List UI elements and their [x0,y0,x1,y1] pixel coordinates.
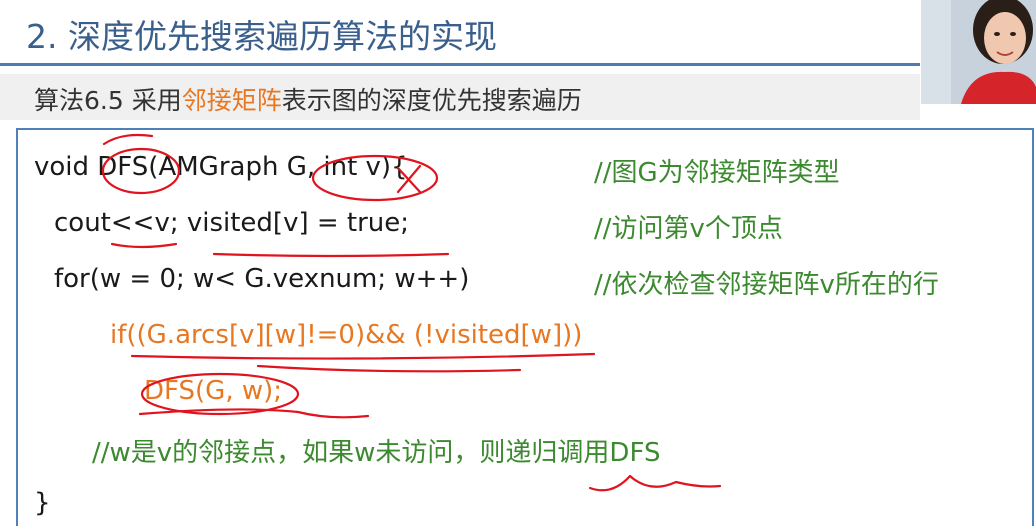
comment-check-row: //依次检查邻接矩阵v所在的行 [594,270,939,300]
code-line-explanation: //w是v的邻接点，如果w未访问，则递归调用DFS [92,438,661,468]
subtitle-suffix: 表示图的深度优先搜索遍历 [281,86,582,115]
code-line-recursive-call: DFS(G, w); [144,376,283,406]
page-title: 2. 深度优先搜索遍历算法的实现 [26,17,497,56]
comment-visit-vertex: //访问第v个顶点 [594,214,783,244]
subtitle-highlight: 邻接矩阵 [181,86,282,115]
code-line-for-loop: for(w = 0; w< G.vexnum; w++) [54,264,470,294]
subtitle-text: 算法6.5 采用邻接矩阵表示图的深度优先搜索遍历 [34,81,582,117]
title-divider [0,63,920,66]
subtitle-prefix: 算法6.5 采用 [34,86,182,115]
code-line-signature: void DFS(AMGraph G, int v){ [34,152,408,182]
code-panel: void DFS(AMGraph G, int v){ //图G为邻接矩阵类型 … [16,128,1034,526]
code-line-if-condition: if((G.arcs[v][w]!=0)&& (!visited[w])) [110,320,583,350]
code-line-closing-brace: } [34,488,51,518]
presenter-figure [921,0,1036,104]
presenter-video [921,0,1036,104]
subtitle-bar: 算法6.5 采用邻接矩阵表示图的深度优先搜索遍历 [0,74,920,120]
comment-graph-type: //图G为邻接矩阵类型 [594,158,840,188]
code-line-visit: cout<<v; visited[v] = true; [54,208,410,238]
